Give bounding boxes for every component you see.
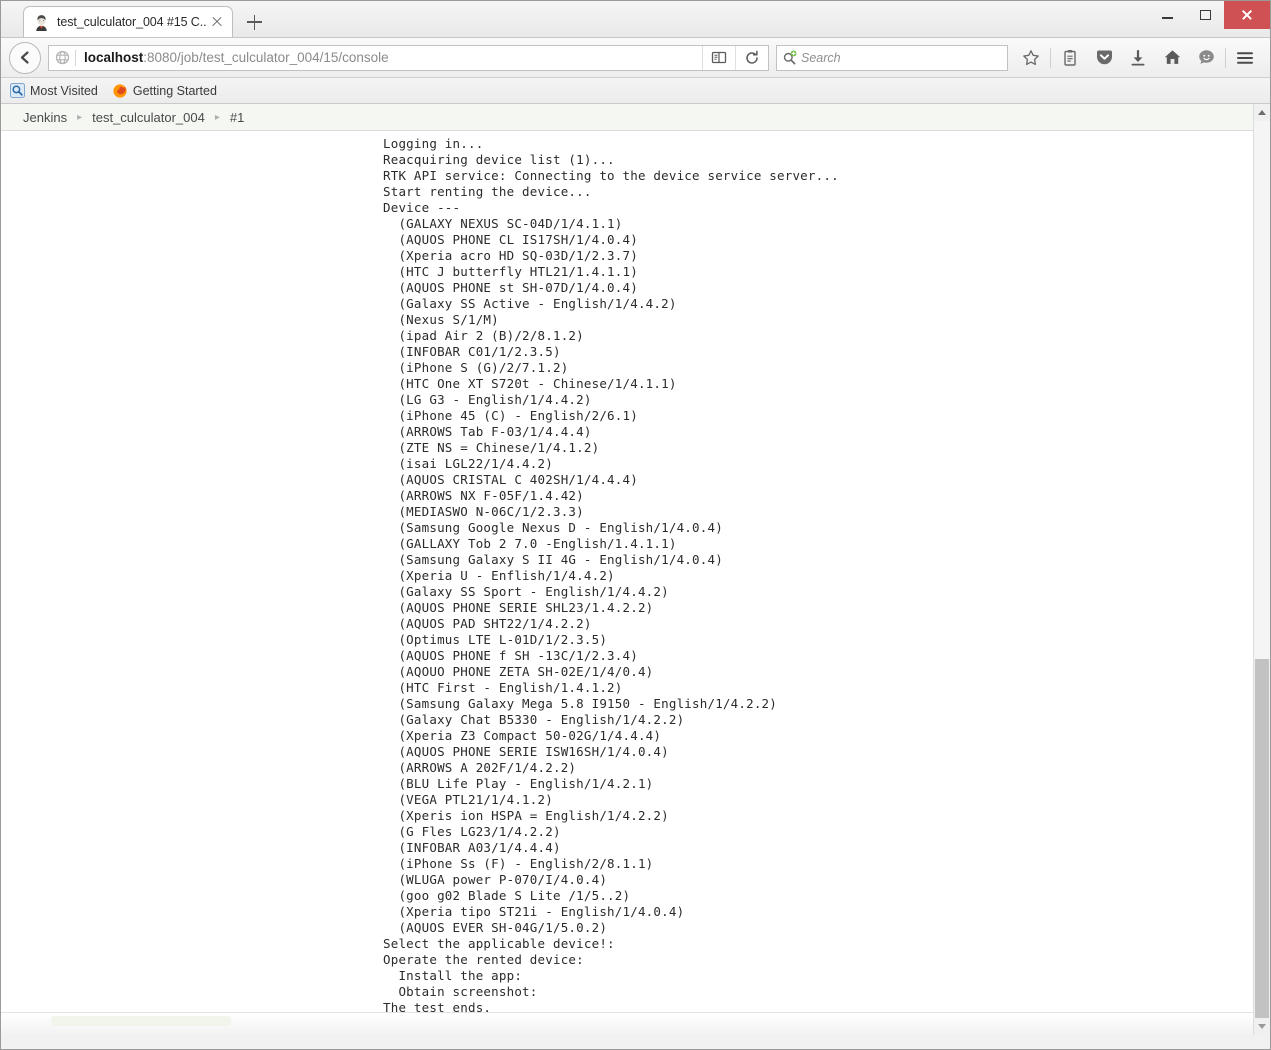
bookmarks-toolbar: Most Visited Getting Started xyxy=(1,78,1270,104)
window-bottom-edge xyxy=(1,1035,1270,1049)
browser-window: test_culculator_004 #15 C... localhost:8… xyxy=(0,0,1271,1050)
hamburger-menu-icon[interactable] xyxy=(1228,43,1262,73)
bookmark-star-icon[interactable] xyxy=(1014,43,1048,73)
back-button[interactable] xyxy=(9,41,41,74)
navigation-toolbar: localhost:8080/job/test_culculator_004/1… xyxy=(1,38,1270,78)
breadcrumb-item-build[interactable]: #1 xyxy=(230,110,244,125)
tab-strip: test_culculator_004 #15 C... xyxy=(1,1,1270,38)
console-output-area: Logging in... Reacquiring device list (1… xyxy=(1,131,1253,1035)
breadcrumb-item-job[interactable]: test_culculator_004 xyxy=(92,110,205,125)
globe-icon xyxy=(49,46,75,70)
scroll-down-button[interactable] xyxy=(1254,1018,1270,1035)
toolbar-divider xyxy=(1050,47,1051,68)
sync-chat-icon[interactable] xyxy=(1189,43,1223,73)
scrollbar-track[interactable] xyxy=(1254,121,1270,659)
new-tab-button[interactable] xyxy=(239,7,269,37)
close-window-button[interactable] xyxy=(1224,1,1270,29)
minimize-button[interactable] xyxy=(1148,1,1186,29)
home-icon[interactable] xyxy=(1155,43,1189,73)
console-log-lines: Logging in... Reacquiring device list (1… xyxy=(383,136,839,1031)
maximize-button[interactable] xyxy=(1186,1,1224,29)
close-tab-icon[interactable] xyxy=(208,13,226,31)
firefox-icon xyxy=(112,83,128,99)
bookmark-label: Most Visited xyxy=(30,83,98,98)
page-viewport: Jenkins ▸ test_culculator_004 ▸ #1 Loggi… xyxy=(1,104,1270,1035)
tab-title: test_culculator_004 #15 C... xyxy=(57,15,206,29)
library-icon[interactable] xyxy=(1053,43,1087,73)
address-bar-actions xyxy=(702,45,768,70)
address-bar[interactable]: localhost:8080/job/test_culculator_004/1… xyxy=(48,44,769,71)
scroll-up-button[interactable] xyxy=(1254,104,1270,121)
window-controls xyxy=(1148,1,1270,29)
breadcrumb-separator: ▸ xyxy=(77,111,83,123)
breadcrumb-separator: ▸ xyxy=(214,111,220,123)
toolbar-icons xyxy=(1014,43,1262,73)
reload-icon[interactable] xyxy=(735,45,768,70)
pocket-icon[interactable] xyxy=(1087,43,1121,73)
search-bar[interactable]: Search xyxy=(776,44,1008,71)
vertical-scrollbar[interactable] xyxy=(1253,104,1270,1035)
jenkins-butler-icon xyxy=(33,14,50,31)
breadcrumb: Jenkins ▸ test_culculator_004 ▸ #1 xyxy=(1,104,1253,131)
reader-view-icon[interactable] xyxy=(702,45,735,70)
browser-tab[interactable]: test_culculator_004 #15 C... xyxy=(23,6,233,37)
url-path: :8080/job/test_culculator_004/15/console xyxy=(143,50,389,65)
page-footer xyxy=(1,1012,1253,1035)
console-output-text: Logging in... Reacquiring device list (1… xyxy=(383,136,839,1035)
breadcrumb-item-jenkins[interactable]: Jenkins xyxy=(23,110,67,125)
bookmark-getting-started[interactable]: Getting Started xyxy=(112,83,217,99)
url-host: localhost xyxy=(84,50,144,65)
jenkins-console-page: Jenkins ▸ test_culculator_004 ▸ #1 Loggi… xyxy=(1,104,1253,1035)
chevron-down-icon xyxy=(1258,1024,1266,1029)
bookmark-label: Getting Started xyxy=(132,83,217,98)
search-icon xyxy=(782,50,798,66)
scrollbar-thumb[interactable] xyxy=(1255,659,1269,1029)
url-text: localhost:8080/job/test_culculator_004/1… xyxy=(84,50,702,65)
downloads-icon[interactable] xyxy=(1121,43,1155,73)
url-divider xyxy=(75,49,76,66)
most-visited-icon xyxy=(10,83,25,98)
footer-ghost-text xyxy=(51,1016,231,1026)
bookmark-most-visited[interactable]: Most Visited xyxy=(10,83,98,98)
chevron-up-icon xyxy=(1258,110,1266,115)
search-placeholder: Search xyxy=(801,50,841,65)
toolbar-divider-2 xyxy=(1225,47,1226,68)
